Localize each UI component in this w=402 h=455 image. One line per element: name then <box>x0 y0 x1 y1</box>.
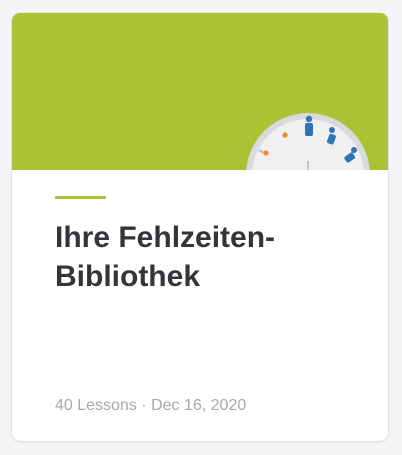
lesson-count: 40 Lessons <box>55 397 137 414</box>
meta-separator: · <box>136 397 152 414</box>
course-meta: 40 Lessons · Dec 16, 2020 <box>55 397 246 415</box>
course-title[interactable]: Ihre Fehlzeiten- Bibliothek <box>55 218 355 296</box>
card-cover-image <box>12 13 388 170</box>
course-card[interactable]: Ihre Fehlzeiten- Bibliothek 40 Lessons ·… <box>12 13 388 441</box>
course-date: Dec 16, 2020 <box>151 397 247 414</box>
title-accent-line <box>55 196 106 199</box>
clock-icon <box>246 113 370 170</box>
